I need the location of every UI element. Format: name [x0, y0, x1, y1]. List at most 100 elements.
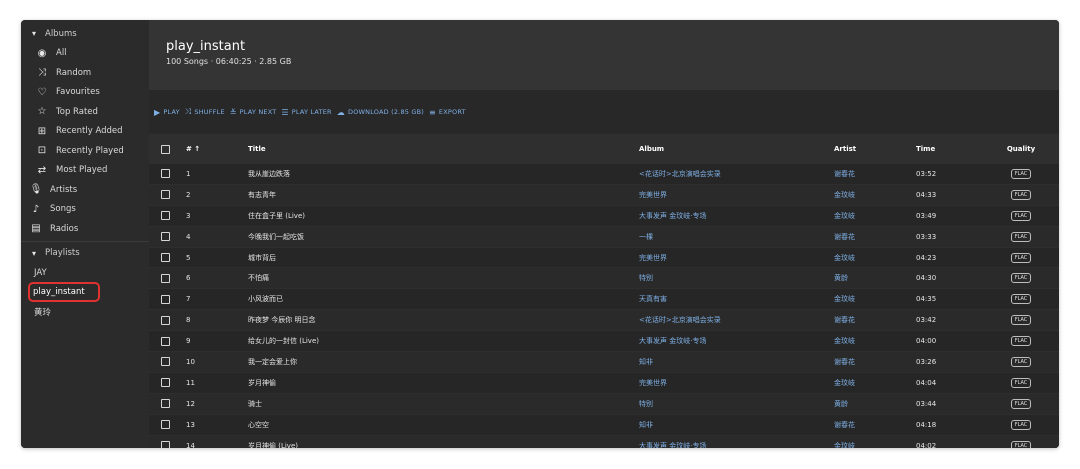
table-row[interactable]: 14 岁月神偷 (Live) 大事发声 金玟岐·专场 金玟岐 04:02 FLAC	[149, 435, 1059, 448]
track-title[interactable]: 我从崖边跌落	[248, 169, 639, 179]
album-link[interactable]: 完美世界	[639, 253, 834, 263]
track-title[interactable]: 给女儿的一封信 (Live)	[248, 336, 639, 346]
play-later-button[interactable]: ☰ PLAY LATER	[281, 108, 331, 117]
sidebar-item-songs[interactable]: ♪ Songs	[21, 200, 149, 220]
sidebar-item-radios[interactable]: ▤ Radios	[21, 219, 149, 239]
track-title[interactable]: 骑士	[248, 399, 639, 409]
artist-link[interactable]: 金玟岐	[834, 294, 916, 304]
artist-link[interactable]: 谢春花	[834, 315, 916, 325]
track-title[interactable]: 城市背后	[248, 253, 639, 263]
column-header-album[interactable]: Album	[639, 145, 834, 153]
row-checkbox[interactable]	[149, 253, 182, 262]
album-link[interactable]: <花话时>北京演唱会实录	[639, 169, 834, 179]
playlist-item-play-instant[interactable]: play_instant	[21, 282, 149, 303]
row-checkbox[interactable]	[149, 315, 182, 325]
artist-link[interactable]: 金玟岐	[834, 336, 916, 346]
download-button[interactable]: ☁ DOWNLOAD (2.85 GB)	[337, 108, 424, 117]
track-title[interactable]: 今晚我们一起吃饭	[248, 232, 639, 242]
album-link[interactable]: 特别	[639, 273, 834, 283]
album-link[interactable]: <花话时>北京演唱会实录	[639, 315, 834, 325]
row-checkbox[interactable]	[149, 399, 182, 409]
row-checkbox[interactable]	[149, 190, 182, 200]
playlist-item-huangling[interactable]: 黄玲	[21, 302, 149, 322]
track-title[interactable]: 心空空	[248, 420, 639, 430]
table-row[interactable]: 13 心空空 知非 谢春花 04:18 FLAC	[149, 414, 1059, 436]
album-link[interactable]: 知非	[639, 357, 834, 367]
album-link[interactable]: 知非	[639, 420, 834, 430]
album-link[interactable]: 天真有害	[639, 294, 834, 304]
track-title[interactable]: 小风波而已	[248, 294, 639, 304]
playlist-item-jay[interactable]: JAY	[21, 263, 149, 283]
column-header-number[interactable]: # ↑	[182, 145, 248, 153]
row-checkbox[interactable]	[149, 357, 182, 367]
track-title[interactable]: 有志青年	[248, 190, 639, 200]
artist-link[interactable]: 金玟岐	[834, 378, 916, 388]
artist-link[interactable]: 金玟岐	[834, 211, 916, 221]
sidebar-item-random[interactable]: ⤨ Random	[21, 63, 149, 83]
album-link[interactable]: 一棵	[639, 232, 834, 242]
row-checkbox[interactable]	[149, 441, 182, 448]
artist-link[interactable]: 金玟岐	[834, 190, 916, 200]
column-header-time[interactable]: Time	[916, 145, 986, 153]
track-title[interactable]: 不怕痛	[248, 273, 639, 283]
artist-link[interactable]: 黄龄	[834, 273, 916, 283]
row-checkbox[interactable]	[149, 336, 182, 346]
album-link[interactable]: 大事发声 金玟岐·专场	[639, 336, 834, 346]
sidebar-albums-section[interactable]: ▾ Albums	[21, 24, 149, 44]
column-header-artist[interactable]: Artist	[834, 145, 916, 153]
sidebar-item-all[interactable]: ◉ All	[21, 44, 149, 64]
row-checkbox[interactable]	[149, 420, 182, 430]
export-button[interactable]: ≡ EXPORT	[429, 108, 466, 117]
track-title[interactable]: 岁月神偷 (Live)	[248, 441, 639, 448]
play-button[interactable]: ▶ PLAY	[154, 108, 180, 117]
sidebar-item-artists[interactable]: 🎙︎ Artists	[21, 180, 149, 200]
track-title[interactable]: 我一定会爱上你	[248, 357, 639, 367]
table-row[interactable]: 2 有志青年 完美世界 金玟岐 04:33 FLAC	[149, 184, 1059, 206]
row-checkbox[interactable]	[149, 378, 182, 388]
sidebar-item-top-rated[interactable]: ☆ Top Rated	[21, 102, 149, 122]
table-row[interactable]: 10 我一定会爱上你 知非 谢春花 03:26 FLAC	[149, 352, 1059, 373]
artist-link[interactable]: 谢春花	[834, 232, 916, 242]
track-title[interactable]: 住在盒子里 (Live)	[248, 211, 639, 221]
artist-link[interactable]: 谢春花	[834, 357, 916, 367]
track-title[interactable]: 昨夜梦 今辰你 明日念	[248, 315, 639, 325]
quality-cell: FLAC	[986, 168, 1056, 179]
table-row[interactable]: 3 住在盒子里 (Live) 大事发声 金玟岐·专场 金玟岐 03:49 FLAC	[149, 205, 1059, 227]
column-header-title[interactable]: Title	[248, 145, 639, 153]
sidebar-playlists-section[interactable]: ▾ Playlists	[21, 244, 149, 264]
table-row[interactable]: 7 小风波而已 天真有害 金玟岐 04:35 FLAC	[149, 289, 1059, 311]
table-row[interactable]: 4 今晚我们一起吃饭 一棵 谢春花 03:33 FLAC	[149, 226, 1059, 248]
artist-link[interactable]: 谢春花	[834, 169, 916, 179]
artist-link[interactable]: 黄龄	[834, 399, 916, 409]
table-row[interactable]: 11 岁月神偷 完美世界 金玟岐 04:04 FLAC	[149, 372, 1059, 394]
row-checkbox[interactable]	[149, 232, 182, 242]
select-all-checkbox[interactable]	[149, 144, 182, 154]
sidebar-item-most-played[interactable]: ⇄ Most Played	[21, 161, 149, 181]
table-row[interactable]: 5 城市背后 完美世界 金玟岐 04:23 FLAC	[149, 247, 1059, 269]
row-checkbox[interactable]	[149, 211, 182, 221]
album-link[interactable]: 大事发声 金玟岐·专场	[639, 211, 834, 221]
row-checkbox[interactable]	[149, 294, 182, 304]
album-link[interactable]: 完美世界	[639, 378, 834, 388]
album-link[interactable]: 大事发声 金玟岐·专场	[639, 441, 834, 448]
sidebar-item-recently-played[interactable]: ⊡ Recently Played	[21, 141, 149, 161]
checkbox-icon	[161, 420, 170, 430]
row-checkbox[interactable]	[149, 273, 182, 283]
artist-link[interactable]: 金玟岐	[834, 253, 916, 263]
table-row[interactable]: 6 不怕痛 特别 黄龄 04:30 FLAC	[149, 268, 1059, 290]
artist-link[interactable]: 金玟岐	[834, 441, 916, 448]
table-row[interactable]: 12 骑士 特别 黄龄 03:44 FLAC	[149, 393, 1059, 415]
column-header-quality[interactable]: Quality	[986, 145, 1056, 153]
play-next-button[interactable]: ≚ PLAY NEXT	[230, 108, 277, 117]
table-row[interactable]: 9 给女儿的一封信 (Live) 大事发声 金玟岐·专场 金玟岐 04:00 FLAC	[149, 331, 1059, 353]
row-checkbox[interactable]	[149, 169, 182, 179]
track-title[interactable]: 岁月神偷	[248, 378, 639, 388]
album-link[interactable]: 特别	[639, 399, 834, 409]
table-row[interactable]: 1 我从崖边跌落 <花话时>北京演唱会实录 谢春花 03:52 FLAC	[149, 164, 1059, 185]
album-link[interactable]: 完美世界	[639, 190, 834, 200]
table-row[interactable]: 8 昨夜梦 今辰你 明日念 <花话时>北京演唱会实录 谢春花 03:42 FLAC	[149, 310, 1059, 332]
shuffle-button[interactable]: ⤨ SHUFFLE	[185, 107, 225, 117]
sidebar-item-recently-added[interactable]: ⊞ Recently Added	[21, 122, 149, 142]
sidebar-item-favourites[interactable]: ♡ Favourites	[21, 83, 149, 103]
artist-link[interactable]: 谢春花	[834, 420, 916, 430]
